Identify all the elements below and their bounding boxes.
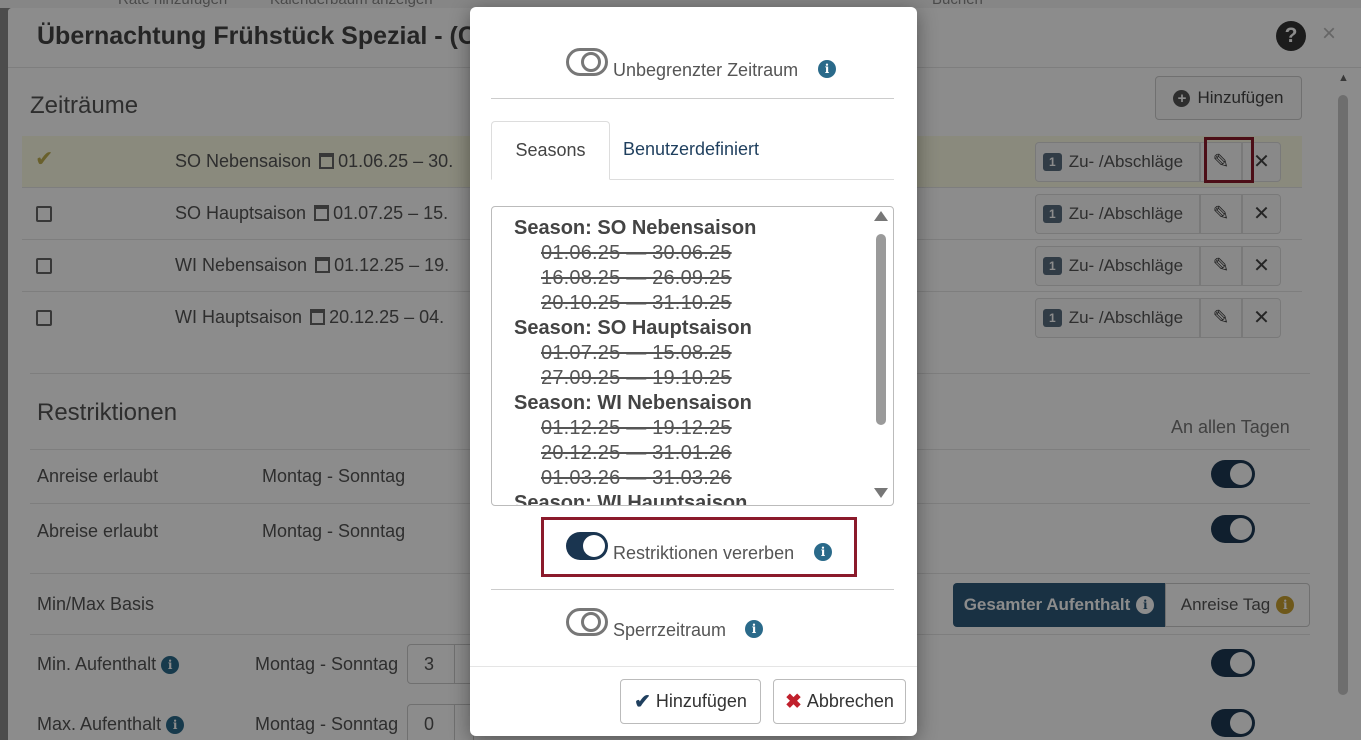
tab-benutzerdefiniert[interactable]: Benutzerdefiniert: [612, 121, 770, 179]
season-range: 20.10.25 — 31.10.25: [541, 292, 732, 314]
season-range: 01.07.25 — 15.08.25: [541, 342, 732, 364]
cancel-button[interactable]: ✖ Abbrechen: [773, 679, 906, 724]
blackout-period-toggle[interactable]: [566, 608, 608, 636]
inherit-restrictions-toggle[interactable]: [566, 532, 608, 560]
season-title[interactable]: Season: SO Hauptsaison: [514, 316, 872, 341]
info-icon[interactable]: i: [814, 543, 832, 561]
confirm-add-button[interactable]: ✔ Hinzufügen: [620, 679, 761, 724]
blackout-period-label: Sperrzeitraum: [613, 620, 727, 640]
season-range: 01.06.25 — 30.06.25: [541, 242, 732, 264]
info-icon[interactable]: i: [818, 60, 836, 78]
season-title[interactable]: Season: WI Nebensaison: [514, 391, 872, 416]
add-period-modal: Unbegrenzter Zeitraum i Seasons Benutzer…: [470, 7, 917, 736]
cancel-x-icon: ✖: [785, 691, 802, 713]
season-range: 01.12.25 — 19.12.25: [541, 417, 732, 439]
season-range: 16.08.25 — 26.09.25: [541, 267, 732, 289]
season-range: 27.09.25 — 19.10.25: [541, 367, 732, 389]
divider: [491, 98, 894, 99]
check-icon: ✔: [634, 691, 651, 713]
list-scroll-up[interactable]: [874, 211, 888, 221]
tab-seasons[interactable]: Seasons: [491, 121, 610, 180]
inherit-restrictions-label: Restriktionen vererben: [613, 543, 795, 563]
info-icon[interactable]: i: [745, 620, 763, 638]
season-title[interactable]: Season: WI Hauptsaison: [514, 491, 872, 505]
season-range: 20.12.25 — 31.01.26: [541, 442, 732, 464]
season-title[interactable]: Season: SO Nebensaison: [514, 216, 872, 241]
list-scrollbar-thumb[interactable]: [876, 234, 886, 425]
modal-footer-divider: [470, 666, 917, 667]
list-scroll-down[interactable]: [874, 488, 888, 498]
seasons-list[interactable]: Season: SO Nebensaison 01.06.25 — 30.06.…: [491, 206, 894, 506]
unlimited-period-toggle[interactable]: [566, 48, 608, 76]
unlimited-period-label: Unbegrenzter Zeitraum: [613, 60, 799, 80]
season-range: 01.03.26 — 31.03.26: [541, 467, 732, 489]
divider: [491, 589, 894, 590]
